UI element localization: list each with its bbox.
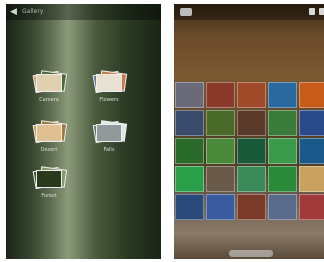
photo-thumbnail[interactable] xyxy=(299,138,324,164)
photo-thumbnail[interactable] xyxy=(175,166,204,192)
header-bar: ◀ Gallery xyxy=(6,4,161,20)
photo-thumbnail[interactable] xyxy=(175,194,204,220)
album-photo xyxy=(36,124,62,142)
album-label: Flowers xyxy=(99,97,119,103)
grid-view-screen xyxy=(174,4,324,259)
photo-thumbnail[interactable] xyxy=(206,138,235,164)
photo-thumbnail[interactable] xyxy=(237,194,266,220)
photo-thumbnail[interactable] xyxy=(206,166,235,192)
photo-thumbnail[interactable] xyxy=(237,138,266,164)
album-label: Falls xyxy=(103,147,115,153)
photo-thumbnail[interactable] xyxy=(268,166,297,192)
photo-thumbnail[interactable] xyxy=(175,82,204,108)
album-label: Camera xyxy=(39,97,59,103)
album-photo xyxy=(36,74,62,92)
header-bar xyxy=(174,4,324,20)
menu-icon[interactable] xyxy=(319,8,324,15)
album-stack[interactable]: Falls xyxy=(92,120,128,153)
photo-thumbnail[interactable] xyxy=(175,110,204,136)
share-icon[interactable] xyxy=(309,8,315,15)
photo-thumbnail[interactable] xyxy=(237,82,266,108)
album-stack[interactable]: Forest xyxy=(32,166,68,199)
photo-thumbnail[interactable] xyxy=(237,110,266,136)
album-view-screen: ◀ Gallery Camera Flowers Desert Falls Fo… xyxy=(6,4,161,259)
thumbnail-grid xyxy=(175,82,324,220)
album-photo xyxy=(36,170,62,188)
album-photo xyxy=(96,74,122,92)
album-label: Forest xyxy=(41,193,57,199)
photo-thumbnail[interactable] xyxy=(268,194,297,220)
slideshow-button[interactable] xyxy=(229,250,273,257)
photo-thumbnail[interactable] xyxy=(175,138,204,164)
photo-thumbnail[interactable] xyxy=(268,82,297,108)
photo-thumbnail[interactable] xyxy=(268,138,297,164)
album-photo xyxy=(96,124,122,142)
photo-thumbnail[interactable] xyxy=(237,166,266,192)
photo-thumbnail[interactable] xyxy=(206,82,235,108)
photo-thumbnail[interactable] xyxy=(299,82,324,108)
photo-thumbnail[interactable] xyxy=(299,166,324,192)
photo-thumbnail[interactable] xyxy=(206,194,235,220)
album-label: Desert xyxy=(40,147,58,153)
photo-thumbnail[interactable] xyxy=(268,110,297,136)
app-title: Gallery xyxy=(22,8,44,15)
back-arrow-icon[interactable]: ◀ xyxy=(10,7,17,17)
photo-thumbnail[interactable] xyxy=(299,194,324,220)
album-stack[interactable]: Desert xyxy=(32,120,68,153)
camera-icon[interactable] xyxy=(180,8,192,16)
photo-thumbnail[interactable] xyxy=(299,110,324,136)
album-stack[interactable]: Flowers xyxy=(92,70,128,103)
photo-thumbnail[interactable] xyxy=(206,110,235,136)
album-stack[interactable]: Camera xyxy=(32,70,68,103)
